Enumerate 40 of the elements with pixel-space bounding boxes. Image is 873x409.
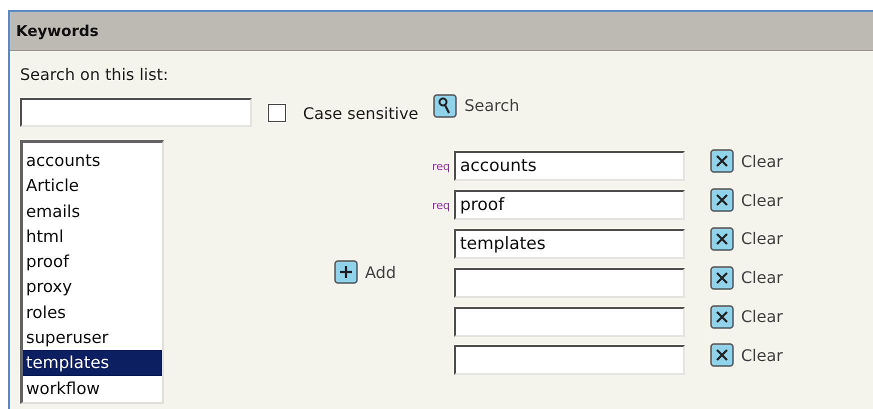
keyword-field[interactable]: templates xyxy=(454,228,685,259)
close-icon xyxy=(710,304,734,329)
search-button[interactable]: Search xyxy=(433,94,520,118)
search-label: Search on this list: xyxy=(20,65,170,84)
search-field[interactable] xyxy=(20,98,252,127)
list-item[interactable]: superuser xyxy=(23,325,162,350)
close-icon xyxy=(710,226,734,251)
search-icon xyxy=(433,94,458,118)
list-item[interactable]: workflow xyxy=(23,376,162,401)
list-item[interactable]: proxy xyxy=(23,274,162,300)
list-item[interactable]: accounts xyxy=(23,148,162,174)
clear-button[interactable]: Clear xyxy=(710,266,783,290)
keyword-listbox[interactable]: accounts Article emails html proof proxy roles superuser templates workflow xyxy=(20,140,164,404)
keyword-field[interactable] xyxy=(454,306,685,337)
clear-button[interactable]: Clear xyxy=(710,149,783,174)
clear-button[interactable]: Clear xyxy=(710,188,783,212)
checkbox-label: Case sensitive xyxy=(303,104,418,123)
close-icon xyxy=(710,343,734,368)
close-icon xyxy=(710,188,734,212)
list-item[interactable]: emails xyxy=(23,198,162,224)
add-button[interactable]: Add xyxy=(334,260,396,284)
clear-button[interactable]: Clear xyxy=(710,304,783,329)
list-item[interactable]: roles xyxy=(23,300,162,326)
list-item[interactable]: html xyxy=(23,224,162,250)
required-tag: req xyxy=(432,160,450,173)
keyword-field[interactable] xyxy=(454,345,685,376)
clear-button[interactable]: Clear xyxy=(710,343,783,368)
list-item[interactable]: templates xyxy=(23,350,162,376)
close-icon xyxy=(710,149,734,174)
list-item[interactable]: Article xyxy=(23,173,162,199)
plus-icon xyxy=(334,260,358,284)
keyword-field[interactable] xyxy=(454,268,685,298)
required-tag: req xyxy=(432,198,450,212)
list-item[interactable]: proof xyxy=(23,249,162,274)
checkbox[interactable] xyxy=(268,104,286,122)
keyword-field[interactable]: proof xyxy=(454,190,685,220)
keyword-field[interactable]: accounts xyxy=(454,151,685,182)
clear-button[interactable]: Clear xyxy=(710,226,783,251)
close-icon xyxy=(710,266,734,290)
panel-title: Keywords xyxy=(16,22,99,40)
